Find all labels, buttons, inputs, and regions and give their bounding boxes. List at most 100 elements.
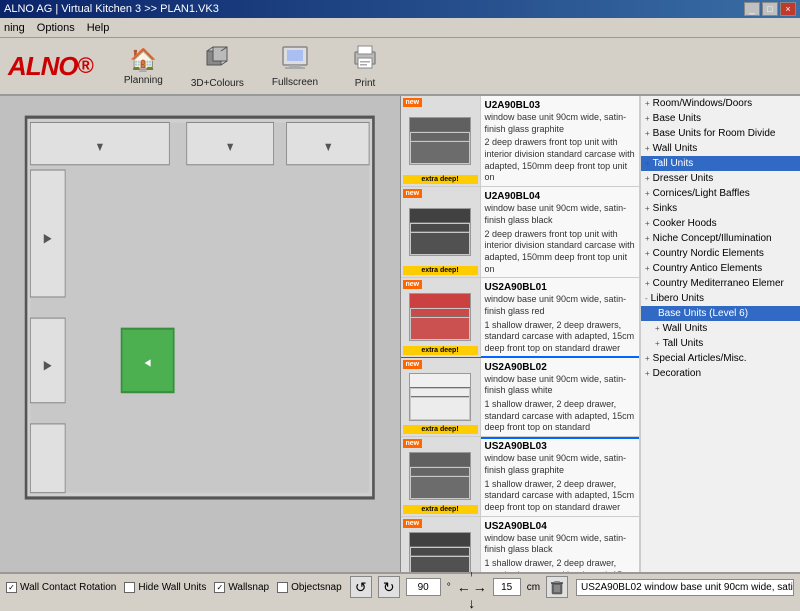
product-code: US2A90BL01: [485, 282, 636, 293]
category-label: Libero Units: [651, 293, 704, 304]
category-item[interactable]: + Tall Units: [641, 336, 800, 351]
extra-deep-tag: extra deep!: [403, 346, 478, 355]
statusbar: ✓ Wall Contact Rotation Hide Wall Units …: [0, 572, 800, 600]
move-down-icon[interactable]: ↓: [468, 595, 475, 611]
category-item[interactable]: + Country Mediterraneo Elemer: [641, 276, 800, 291]
category-label: Base Units for Room Divide: [653, 128, 776, 139]
category-expand-icon: +: [645, 369, 650, 378]
extra-deep-tag: extra deep!: [403, 175, 478, 184]
category-item[interactable]: + Room/Windows/Doors: [641, 96, 800, 111]
category-expand-icon: +: [645, 234, 650, 243]
category-item[interactable]: + Wall Units: [641, 141, 800, 156]
product-desc2: 1 shallow drawer, 2 deep drawer, standar…: [485, 399, 636, 434]
titlebar-title: ALNO AG | Virtual Kitchen 3 >> PLAN1.VK3: [4, 3, 219, 15]
category-label: Cooker Hoods: [653, 218, 717, 229]
svg-text:◀: ◀: [145, 357, 151, 368]
product-item[interactable]: new extra deep! US2A90BL03 window base u…: [401, 437, 640, 516]
product-info: US2A90BL03 window base unit 90cm wide, s…: [481, 437, 640, 515]
3d-icon: [203, 43, 231, 76]
product-desc: window base unit 90cm wide, satin-finish…: [485, 374, 636, 397]
product-item[interactable]: new extra deep! US2A90BL02 window base u…: [401, 358, 640, 437]
category-item[interactable]: + Sinks: [641, 201, 800, 216]
print-icon: [351, 44, 379, 76]
category-item[interactable]: + Base Units for Room Divide: [641, 126, 800, 141]
maximize-button[interactable]: □: [762, 2, 778, 16]
product-desc2: 2 deep drawers front top unit with inter…: [485, 137, 636, 184]
wallsnap-checkbox[interactable]: ✓: [214, 582, 225, 593]
wall-contact-rotation-label: Wall Contact Rotation: [20, 582, 116, 593]
planning-button[interactable]: 🏠 Planning: [118, 44, 169, 89]
minimize-button[interactable]: _: [744, 2, 760, 16]
product-item[interactable]: new extra deep! U2A90BL04 window base un…: [401, 187, 640, 278]
cabinet-drawing: [409, 117, 471, 165]
category-item[interactable]: + Decoration: [641, 366, 800, 381]
objectsnap-checkbox[interactable]: [277, 582, 288, 593]
category-item[interactable]: + Dresser Units: [641, 171, 800, 186]
category-label: Cornices/Light Baffles: [653, 188, 750, 199]
move-right-icon[interactable]: →: [473, 579, 487, 595]
rotate-ccw-button[interactable]: ↺: [350, 576, 372, 598]
3d-colours-button[interactable]: 3D+Colours: [185, 40, 250, 92]
category-label: Tall Units: [653, 158, 694, 169]
category-expand-icon: +: [645, 129, 650, 138]
fullscreen-button[interactable]: Fullscreen: [266, 42, 324, 91]
category-item[interactable]: + Niche Concept/Illumination: [641, 231, 800, 246]
product-code: US2A90BL03: [485, 441, 636, 452]
menu-options[interactable]: Options: [37, 22, 75, 34]
delete-button[interactable]: [546, 576, 568, 598]
cm-input[interactable]: [493, 578, 521, 596]
product-info: U2A90BL04 window base unit 90cm wide, sa…: [481, 187, 640, 277]
logo: ALNO®: [8, 51, 94, 82]
svg-text:▼: ▼: [323, 140, 333, 154]
wallsnap-check: ✓ Wallsnap: [214, 582, 269, 593]
category-tree[interactable]: + Room/Windows/Doors + Base Units + Base…: [640, 96, 800, 572]
category-expand-icon: +: [645, 174, 650, 183]
product-desc: window base unit 90cm wide, satin-finish…: [485, 112, 636, 135]
category-item[interactable]: + Wall Units: [641, 321, 800, 336]
category-item[interactable]: + Special Articles/Misc.: [641, 351, 800, 366]
fullscreen-label: Fullscreen: [272, 77, 318, 88]
category-label: Dresser Units: [653, 173, 714, 184]
degree-input[interactable]: [406, 578, 441, 596]
category-expand-icon: +: [645, 354, 650, 363]
product-list[interactable]: new extra deep! U2A90BL03 window base un…: [401, 96, 641, 572]
close-button[interactable]: ×: [780, 2, 796, 16]
category-item[interactable]: + Country Nordic Elements: [641, 246, 800, 261]
category-item[interactable]: + Base Units: [641, 111, 800, 126]
product-item[interactable]: new extra deep! U2A90BL03 window base un…: [401, 96, 640, 187]
move-left-icon[interactable]: ←: [457, 579, 471, 595]
cabinet-drawing: [409, 208, 471, 256]
print-button[interactable]: Print: [340, 41, 390, 92]
toolbar: ALNO® 🏠 Planning 3D+Colours Fullscre: [0, 38, 800, 96]
product-item[interactable]: new extra deep! US2A90BL01 window base u…: [401, 278, 640, 357]
product-image: new extra deep!: [401, 517, 481, 572]
wallsnap-label: Wallsnap: [228, 582, 269, 593]
rotate-cw-button[interactable]: ↻: [378, 576, 400, 598]
category-label: Country Antico Elements: [653, 263, 763, 274]
category-expand-icon: +: [645, 279, 650, 288]
new-badge: new: [403, 519, 423, 528]
category-item[interactable]: + Cornices/Light Baffles: [641, 186, 800, 201]
hide-wall-units-checkbox[interactable]: [124, 582, 135, 593]
category-label: Room/Windows/Doors: [653, 98, 752, 109]
category-item[interactable]: Base Units (Level 6): [641, 306, 800, 321]
fullscreen-icon: [281, 45, 309, 75]
category-expand-icon: +: [645, 114, 650, 123]
product-image: new extra deep!: [401, 187, 481, 277]
objectsnap-check: Objectsnap: [277, 582, 342, 593]
canvas-area[interactable]: ▼ ▼ ▼ ▶ ▶ ◀: [0, 96, 401, 572]
category-item[interactable]: + Tall Units: [641, 156, 800, 171]
planning-label: Planning: [124, 75, 163, 86]
product-code: U2A90BL04: [485, 191, 636, 202]
category-item[interactable]: - Libero Units: [641, 291, 800, 306]
titlebar-controls: _ □ ×: [744, 2, 796, 16]
menu-help[interactable]: Help: [87, 22, 110, 34]
wall-contact-rotation-checkbox[interactable]: ✓: [6, 582, 17, 593]
category-item[interactable]: + Country Antico Elements: [641, 261, 800, 276]
category-expand-icon: +: [645, 159, 650, 168]
trash-icon: [550, 579, 564, 595]
logo-symbol: ®: [78, 53, 94, 79]
category-item[interactable]: + Cooker Hoods: [641, 216, 800, 231]
degree-symbol: °: [447, 582, 451, 593]
menu-planning[interactable]: ning: [4, 22, 25, 34]
